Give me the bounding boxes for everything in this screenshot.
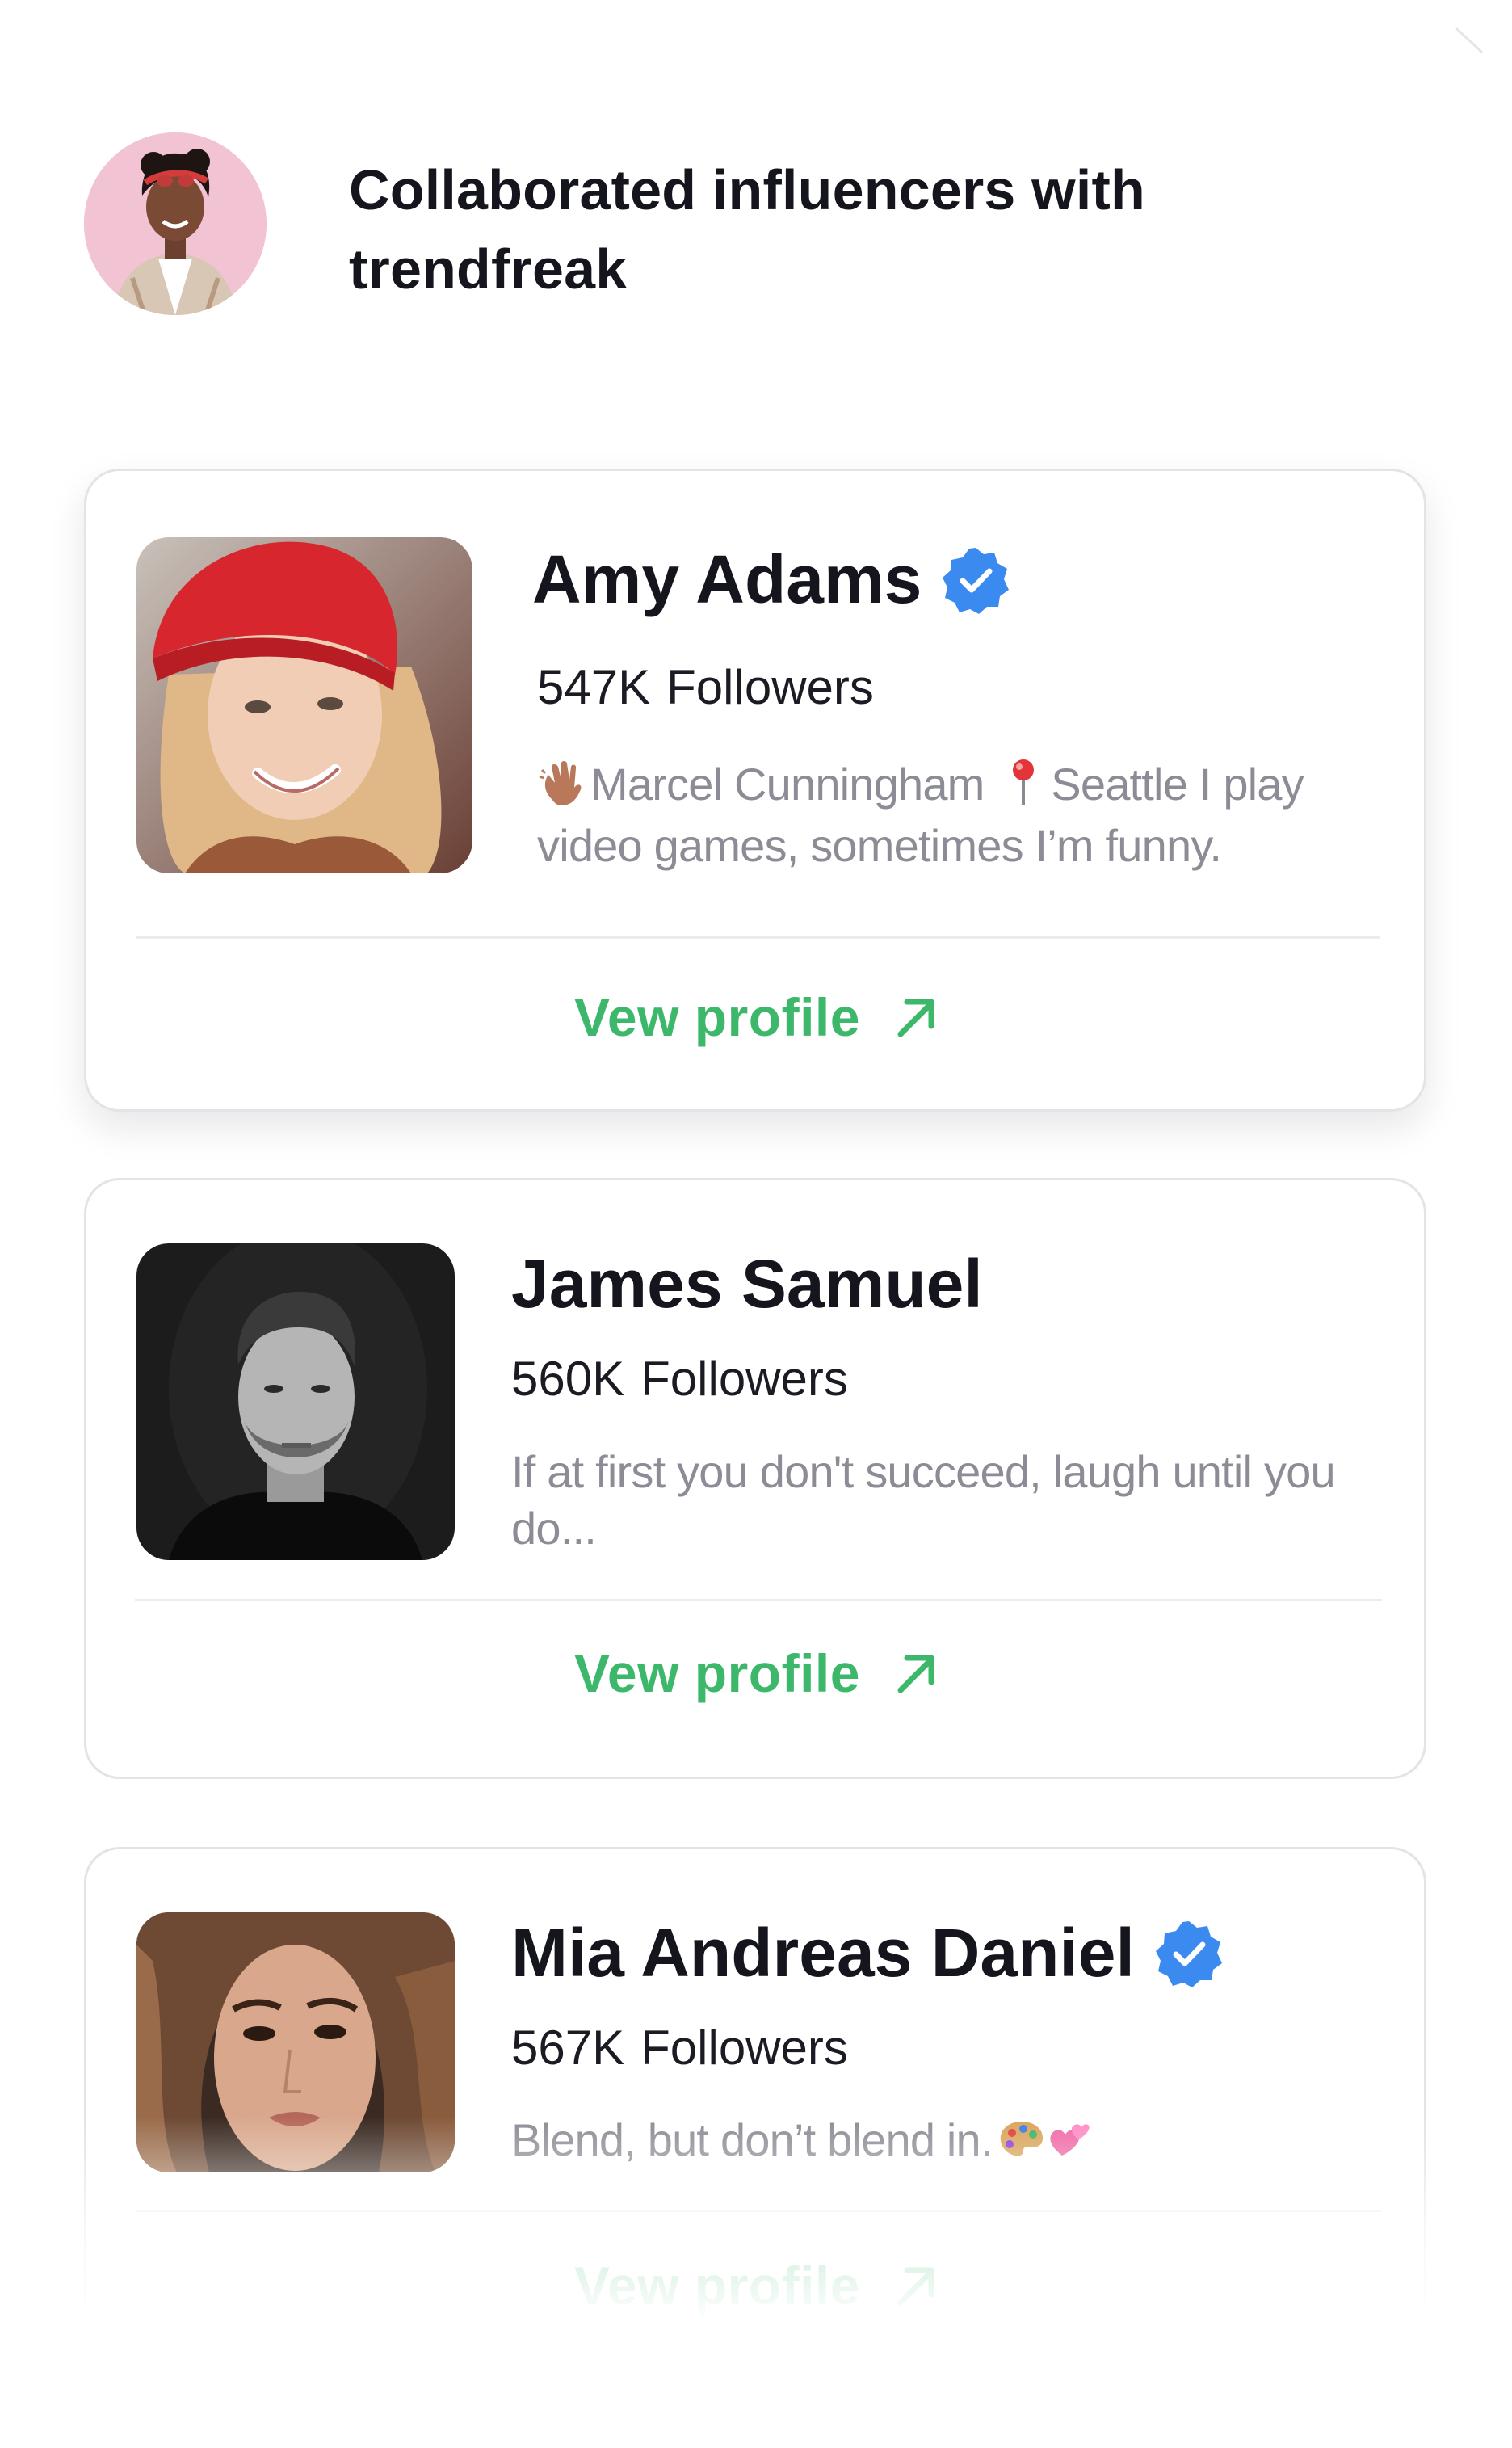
influencer-bio: If at first you don't succeed, laugh unt… xyxy=(511,1444,1392,1557)
brand-avatar[interactable] xyxy=(84,132,267,315)
influencer-name-text: James Samuel xyxy=(511,1246,983,1322)
avatar-illustration xyxy=(84,132,267,315)
follower-count-value: 547K xyxy=(537,660,651,714)
bio-text-part-1: Marcel Cunningham xyxy=(590,759,985,810)
influencer-card: Mia Andreas Daniel 567K Followers Blend, … xyxy=(84,1847,1426,2448)
page-title-line-2: trendfreak xyxy=(349,238,628,301)
card-divider xyxy=(136,936,1380,939)
influencer-bio: Blend, but don’t blend in. xyxy=(511,2109,1392,2171)
influencer-card: James Samuel 560K Followers If at first y… xyxy=(84,1178,1426,1779)
arrow-up-right-icon xyxy=(897,2267,934,2306)
arrow-up-right-icon xyxy=(897,999,934,1037)
portrait-amy xyxy=(136,537,472,873)
view-profile-button[interactable]: Vew profile xyxy=(86,977,1429,1058)
follower-count: 560K Followers xyxy=(511,1350,848,1408)
verified-badge-icon xyxy=(943,547,1010,614)
card-divider xyxy=(135,1599,1382,1601)
bio-text: If at first you don't succeed, laugh unt… xyxy=(511,1446,1336,1554)
bio-text: Blend, but don’t blend in. xyxy=(511,2114,993,2165)
portrait-mia xyxy=(136,1912,455,2172)
view-profile-label: Vew profile xyxy=(574,2256,860,2316)
follower-count-value: 567K xyxy=(511,2021,625,2075)
influencer-name: Amy Adams xyxy=(532,539,1010,620)
palette-icon xyxy=(1000,2122,1043,2156)
influencer-name: James Samuel xyxy=(511,1243,983,1324)
view-profile-button[interactable]: Vew profile xyxy=(86,1633,1429,1714)
arrow-up-right-icon xyxy=(897,1655,934,1693)
view-profile-button[interactable]: Vew profile xyxy=(86,2245,1429,2326)
view-profile-label: Vew profile xyxy=(574,1643,860,1703)
verified-badge-icon xyxy=(1155,1920,1222,1987)
influencer-bio: Marcel Cunningham Seattle I play video g… xyxy=(537,754,1377,877)
follower-count: 567K Followers xyxy=(511,2019,848,2077)
pin-icon xyxy=(1013,759,1035,806)
follower-count-label: Followers xyxy=(640,1352,848,1406)
portrait-james xyxy=(136,1243,455,1560)
follower-count-label: Followers xyxy=(640,2021,848,2075)
influencer-card: Amy Adams 547K Followers Marcel Cunningha… xyxy=(84,469,1426,1112)
influencer-photo[interactable] xyxy=(136,1912,455,2172)
influencer-name-text: Amy Adams xyxy=(532,541,922,617)
corner-mark-icon xyxy=(1455,27,1483,53)
page-header: Collaborated influencers with trendfreak xyxy=(84,132,1296,318)
page-title: Collaborated influencers with trendfreak xyxy=(349,150,1237,309)
influencers-screen: Collaborated influencers with trendfreak xyxy=(0,0,1512,2448)
follower-count: 547K Followers xyxy=(537,658,874,717)
card-divider xyxy=(135,2210,1382,2212)
follower-count-label: Followers xyxy=(666,660,874,714)
page-title-line-1: Collaborated influencers with xyxy=(349,158,1145,221)
view-profile-label: Vew profile xyxy=(574,987,860,1047)
influencer-photo[interactable] xyxy=(136,1243,455,1560)
follower-count-value: 560K xyxy=(511,1352,625,1406)
influencer-name-text: Mia Andreas Daniel xyxy=(511,1915,1135,1991)
waving-hand-icon xyxy=(539,761,582,806)
influencer-name: Mia Andreas Daniel xyxy=(511,1912,1224,1993)
influencer-photo[interactable] xyxy=(136,537,472,873)
hearts-icon xyxy=(1050,2124,1090,2156)
